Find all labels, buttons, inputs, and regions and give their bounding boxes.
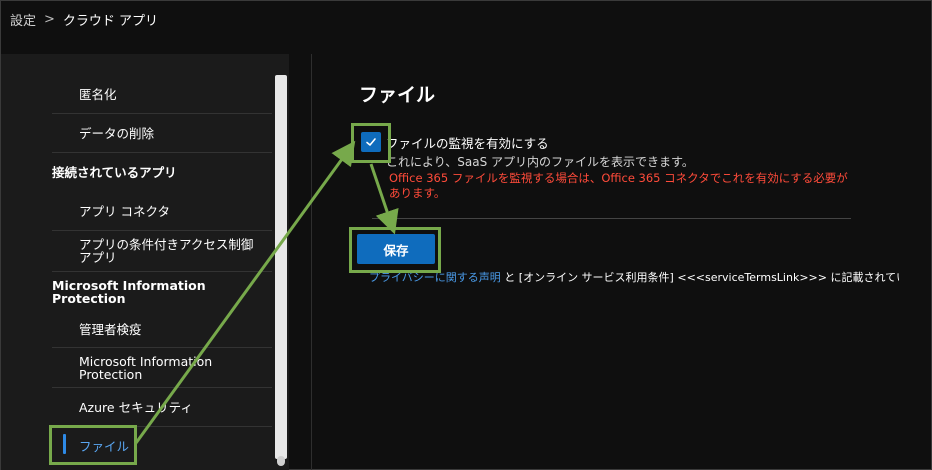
file-monitoring-warning: Office 365 ファイルを監視する場合は、Office 365 コネクタで… [389, 171, 848, 200]
breadcrumb-cloud-apps: クラウド アプリ [62, 13, 159, 29]
sidebar-header-connected-apps: 接続されているアプリ [52, 153, 272, 192]
sidebar-item-mip[interactable]: Microsoft Information Protection [52, 348, 272, 388]
file-monitoring-label[interactable]: ファイルの監視を有効にする [386, 133, 549, 152]
sidebar-item-label: Azure セキュリティ [79, 399, 193, 415]
sidebar-nav-list: 匿名化 データの削除 接続されているアプリ アプリ コネクタ アプリの条件付きア… [52, 75, 272, 465]
sidebar-item-app-connectors[interactable]: アプリ コネクタ [52, 192, 272, 231]
sidebar-header-label: Microsoft Information Protection [52, 277, 206, 306]
sidebar-item-label: データの削除 [79, 125, 155, 141]
annotation-box-files-nav [49, 425, 137, 465]
privacy-footer: プライバシーに関する声明 と [オンライン サービス利用条件] <<<servi… [369, 269, 899, 285]
sidebar-item-admin-quarantine[interactable]: 管理者検疫 [52, 311, 272, 348]
sidebar-item-label: アプリの条件付きアクセス制御アプリ [79, 237, 254, 265]
pane-divider [311, 54, 312, 470]
section-divider [372, 218, 851, 219]
sidebar-header-label: 接続されているアプリ [52, 165, 177, 180]
sidebar-item-label: 匿名化 [79, 86, 117, 102]
page-title: ファイル [359, 84, 436, 106]
sidebar-item-label: 管理者検疫 [79, 321, 142, 337]
sidebar-item-data-deletion[interactable]: データの削除 [52, 114, 272, 153]
breadcrumb-separator: > [44, 11, 55, 27]
file-monitoring-description: これにより、SaaS アプリ内のファイルを表示できます。 [386, 155, 694, 169]
annotation-box-checkbox [351, 123, 391, 163]
sidebar-scrollbar-thumb[interactable] [275, 75, 287, 459]
sidebar-item-label: アプリ コネクタ [79, 203, 170, 219]
sidebar-item-azure-security[interactable]: Azure セキュリティ [52, 388, 272, 427]
sidebar-item-conditional-access-apps[interactable]: アプリの条件付きアクセス制御アプリ [52, 231, 272, 272]
annotation-box-save [349, 227, 441, 273]
breadcrumb: 設定 > クラウド アプリ [10, 9, 158, 29]
breadcrumb-settings[interactable]: 設定 [10, 10, 36, 29]
sidebar-item-anonymization[interactable]: 匿名化 [52, 75, 272, 114]
sidebar-header-mip: Microsoft Information Protection [52, 272, 272, 311]
sidebar-item-label: Microsoft Information Protection [79, 353, 213, 382]
scroll-down-arrow-icon[interactable] [277, 456, 285, 466]
terms-text: と [オンライン サービス利用条件] <<<serviceTermsLink>>… [500, 271, 899, 284]
